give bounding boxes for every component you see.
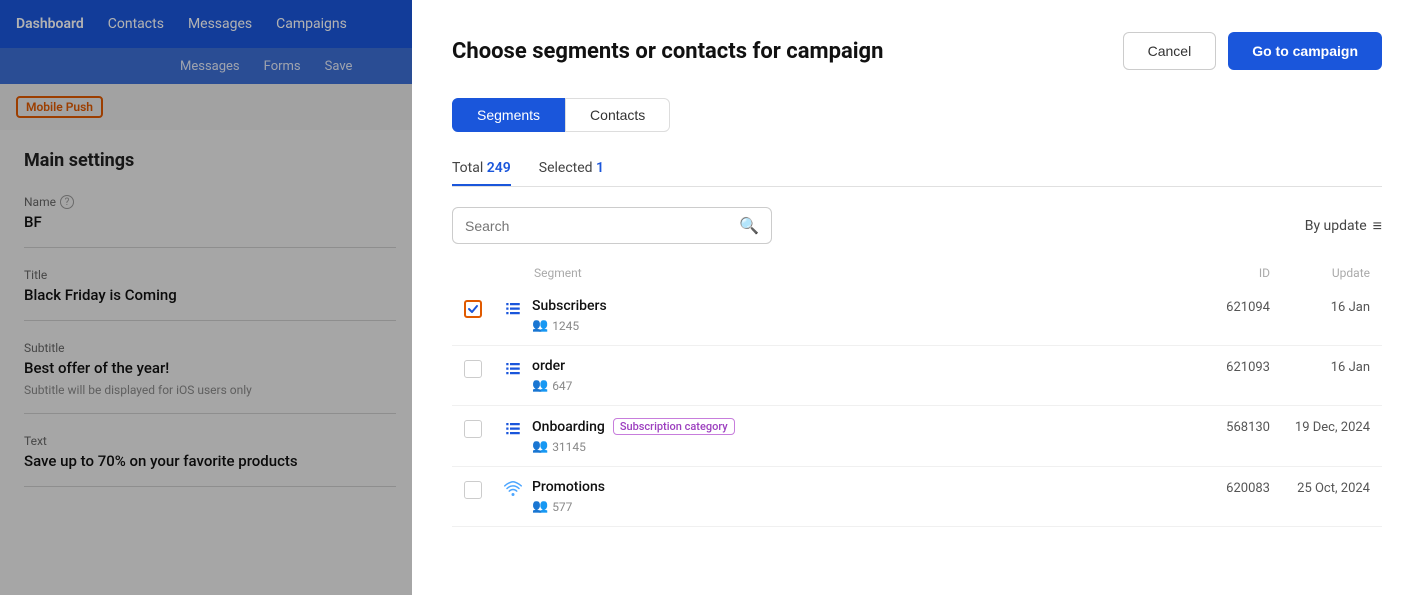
segment-id: 620083 — [1190, 479, 1270, 496]
sort-button[interactable]: By update ≡ — [1305, 216, 1382, 236]
segment-name: Subscribers — [532, 298, 1190, 314]
segment-update: 19 Dec, 2024 — [1270, 418, 1370, 435]
checkbox-unchecked[interactable] — [464, 360, 482, 378]
segment-info: Promotions 👥 577 — [532, 479, 1190, 514]
total-label: Total — [452, 160, 483, 176]
segment-info: OnboardingSubscription category 👥 31145 — [532, 418, 1190, 454]
column-headers: Segment ID Update — [452, 260, 1382, 286]
segment-type-icon — [504, 418, 532, 438]
segment-id: 568130 — [1190, 418, 1270, 435]
segment-name: order — [532, 358, 1190, 374]
segment-count: 👥 577 — [532, 499, 1190, 514]
segment-info: order 👥 647 — [532, 358, 1190, 393]
subscription-category-badge: Subscription category — [613, 418, 735, 435]
tab-contacts[interactable]: Contacts — [565, 98, 670, 132]
segment-count: 👥 647 — [532, 378, 1190, 393]
modal-title: Choose segments or contacts for campaign — [452, 39, 883, 64]
segment-count: 👥 1245 — [532, 318, 1190, 333]
users-icon: 👥 — [532, 439, 548, 454]
checkbox-cell — [464, 479, 504, 499]
checkbox-unchecked[interactable] — [464, 481, 482, 499]
segment-update: 16 Jan — [1270, 358, 1370, 375]
segment-name: OnboardingSubscription category — [532, 418, 1190, 435]
go-to-campaign-button[interactable]: Go to campaign — [1228, 32, 1382, 70]
tab-total[interactable]: Total 249 — [452, 152, 511, 186]
users-icon: 👥 — [532, 378, 548, 393]
segment-type-icon — [504, 358, 532, 378]
total-count: 249 — [487, 160, 511, 176]
modal-header: Choose segments or contacts for campaign… — [452, 32, 1382, 70]
search-input[interactable] — [465, 218, 739, 234]
tab-segments[interactable]: Segments — [452, 98, 565, 132]
toolbar: 🔍 By update ≡ — [452, 207, 1382, 244]
users-icon: 👥 — [532, 499, 548, 514]
users-icon: 👥 — [532, 318, 548, 333]
segment-row: order 👥 647 62109316 Jan — [452, 346, 1382, 406]
segment-id: 621094 — [1190, 298, 1270, 315]
sort-icon: ≡ — [1373, 216, 1382, 236]
segment-info: Subscribers 👥 1245 — [532, 298, 1190, 333]
checkbox-unchecked[interactable] — [464, 420, 482, 438]
tab-selected[interactable]: Selected 1 — [539, 152, 604, 186]
segment-row: OnboardingSubscription category 👥 31145 … — [452, 406, 1382, 467]
modal-actions: Cancel Go to campaign — [1123, 32, 1382, 70]
checkbox-checked[interactable] — [464, 300, 482, 318]
checkbox-cell — [464, 358, 504, 378]
count-tabs: Total 249 Selected 1 — [452, 152, 1382, 187]
segment-row: Promotions 👥 577 62008325 Oct, 2024 — [452, 467, 1382, 527]
segment-update: 25 Oct, 2024 — [1270, 479, 1370, 496]
col-segment: Segment — [464, 266, 1190, 280]
segment-row: Subscribers 👥 1245 62109416 Jan — [452, 286, 1382, 346]
checkbox-cell — [464, 298, 504, 318]
segment-type-icon — [504, 298, 532, 318]
search-box[interactable]: 🔍 — [452, 207, 772, 244]
segment-id: 621093 — [1190, 358, 1270, 375]
col-update: Update — [1270, 266, 1370, 280]
sort-label-text: By update — [1305, 218, 1367, 234]
col-id: ID — [1190, 266, 1270, 280]
selected-count: 1 — [596, 160, 604, 176]
segment-name: Promotions — [532, 479, 1190, 495]
search-icon: 🔍 — [739, 216, 759, 235]
modal: Choose segments or contacts for campaign… — [412, 0, 1422, 595]
segment-update: 16 Jan — [1270, 298, 1370, 315]
segments-list: Subscribers 👥 1245 62109416 Jan order 👥 … — [452, 286, 1382, 527]
segment-contact-tabs: Segments Contacts — [452, 98, 1382, 132]
segment-count: 👥 31145 — [532, 439, 1190, 454]
cancel-button[interactable]: Cancel — [1123, 32, 1217, 70]
selected-label: Selected — [539, 160, 593, 176]
checkbox-cell — [464, 418, 504, 438]
segment-type-icon — [504, 479, 532, 499]
